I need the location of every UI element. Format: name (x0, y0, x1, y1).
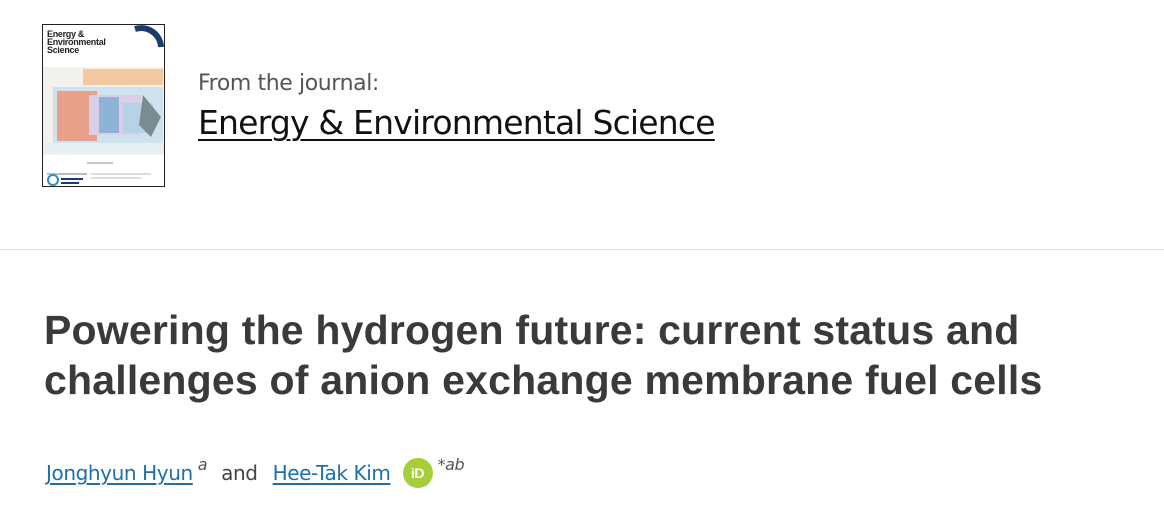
cover-title: Energy & Environmental Science (47, 30, 127, 55)
author-affiliation: a (197, 454, 208, 474)
author-list: Jonghyun Hyun a and Hee-Tak Kim iD *ab (46, 454, 465, 490)
author-link-jonghyun-hyun[interactable]: Jonghyun Hyun (46, 461, 193, 485)
journal-cover-image[interactable]: Energy & Environmental Science (42, 24, 165, 187)
orcid-icon[interactable]: iD (402, 458, 433, 488)
author-link-hee-tak-kim[interactable]: Hee-Tak Kim (273, 461, 391, 485)
article-title: Powering the hydrogen future: current st… (44, 307, 1043, 403)
from-journal-label: From the journal: (198, 71, 379, 96)
journal-name-link[interactable]: Energy & Environmental Science (198, 103, 716, 142)
cover-title-line: Science (47, 45, 79, 55)
journal-header: Energy & Environmental Science From the … (0, 0, 1164, 250)
author-conjunction: and (221, 461, 258, 485)
author-affiliation: *ab (437, 454, 465, 474)
